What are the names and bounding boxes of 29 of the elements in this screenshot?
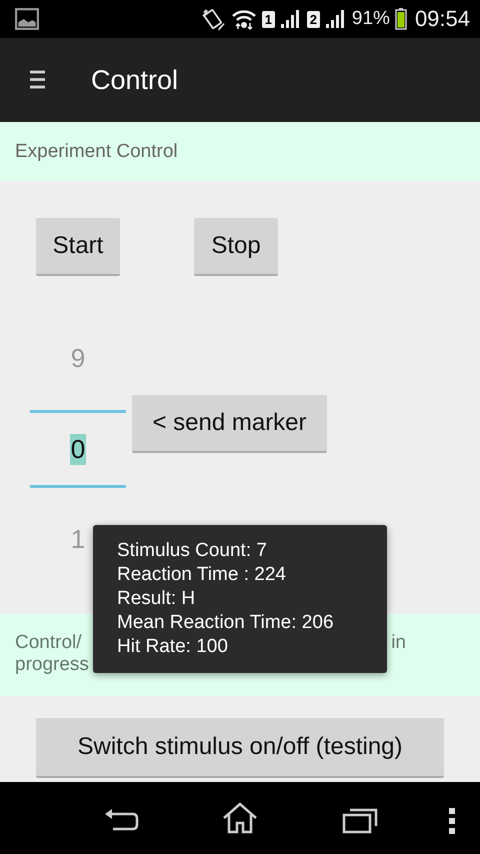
signal-icon: [280, 9, 302, 29]
picker-value[interactable]: 0: [70, 434, 86, 464]
sim-badge: 1: [262, 10, 275, 28]
toast-line: Reaction Time : 224: [117, 563, 286, 587]
status-text: progress: [15, 654, 89, 676]
recent-apps-icon[interactable]: [342, 806, 378, 834]
section-header: Experiment Control: [0, 122, 480, 181]
status-text: in: [391, 632, 406, 654]
battery-percent: 91%: [352, 8, 390, 30]
clock: 09:54: [414, 6, 470, 32]
stop-button[interactable]: Stop: [194, 218, 278, 276]
vibrate-icon: [200, 7, 226, 31]
overflow-menu-icon[interactable]: [449, 808, 455, 834]
send-marker-button[interactable]: < send marker: [132, 395, 327, 453]
status-text: Control/: [15, 632, 82, 654]
back-icon[interactable]: [103, 806, 139, 832]
start-button[interactable]: Start: [36, 218, 120, 276]
toast-line: Stimulus Count: 7: [117, 539, 267, 563]
sim-badge: 2: [306, 10, 320, 28]
app-title: Control: [91, 64, 178, 96]
menu-icon[interactable]: [30, 70, 45, 90]
image-icon: [15, 8, 39, 30]
toast-line: Hit Rate: 100: [117, 635, 228, 659]
battery-icon: [394, 8, 407, 30]
toast-line: Result: H: [117, 587, 196, 611]
home-icon[interactable]: [222, 802, 258, 834]
toast-line: Mean Reaction Time: 206: [117, 611, 334, 635]
signal-icon: [324, 9, 347, 29]
switch-stimulus-button[interactable]: Switch stimulus on/off (testing): [36, 718, 444, 778]
